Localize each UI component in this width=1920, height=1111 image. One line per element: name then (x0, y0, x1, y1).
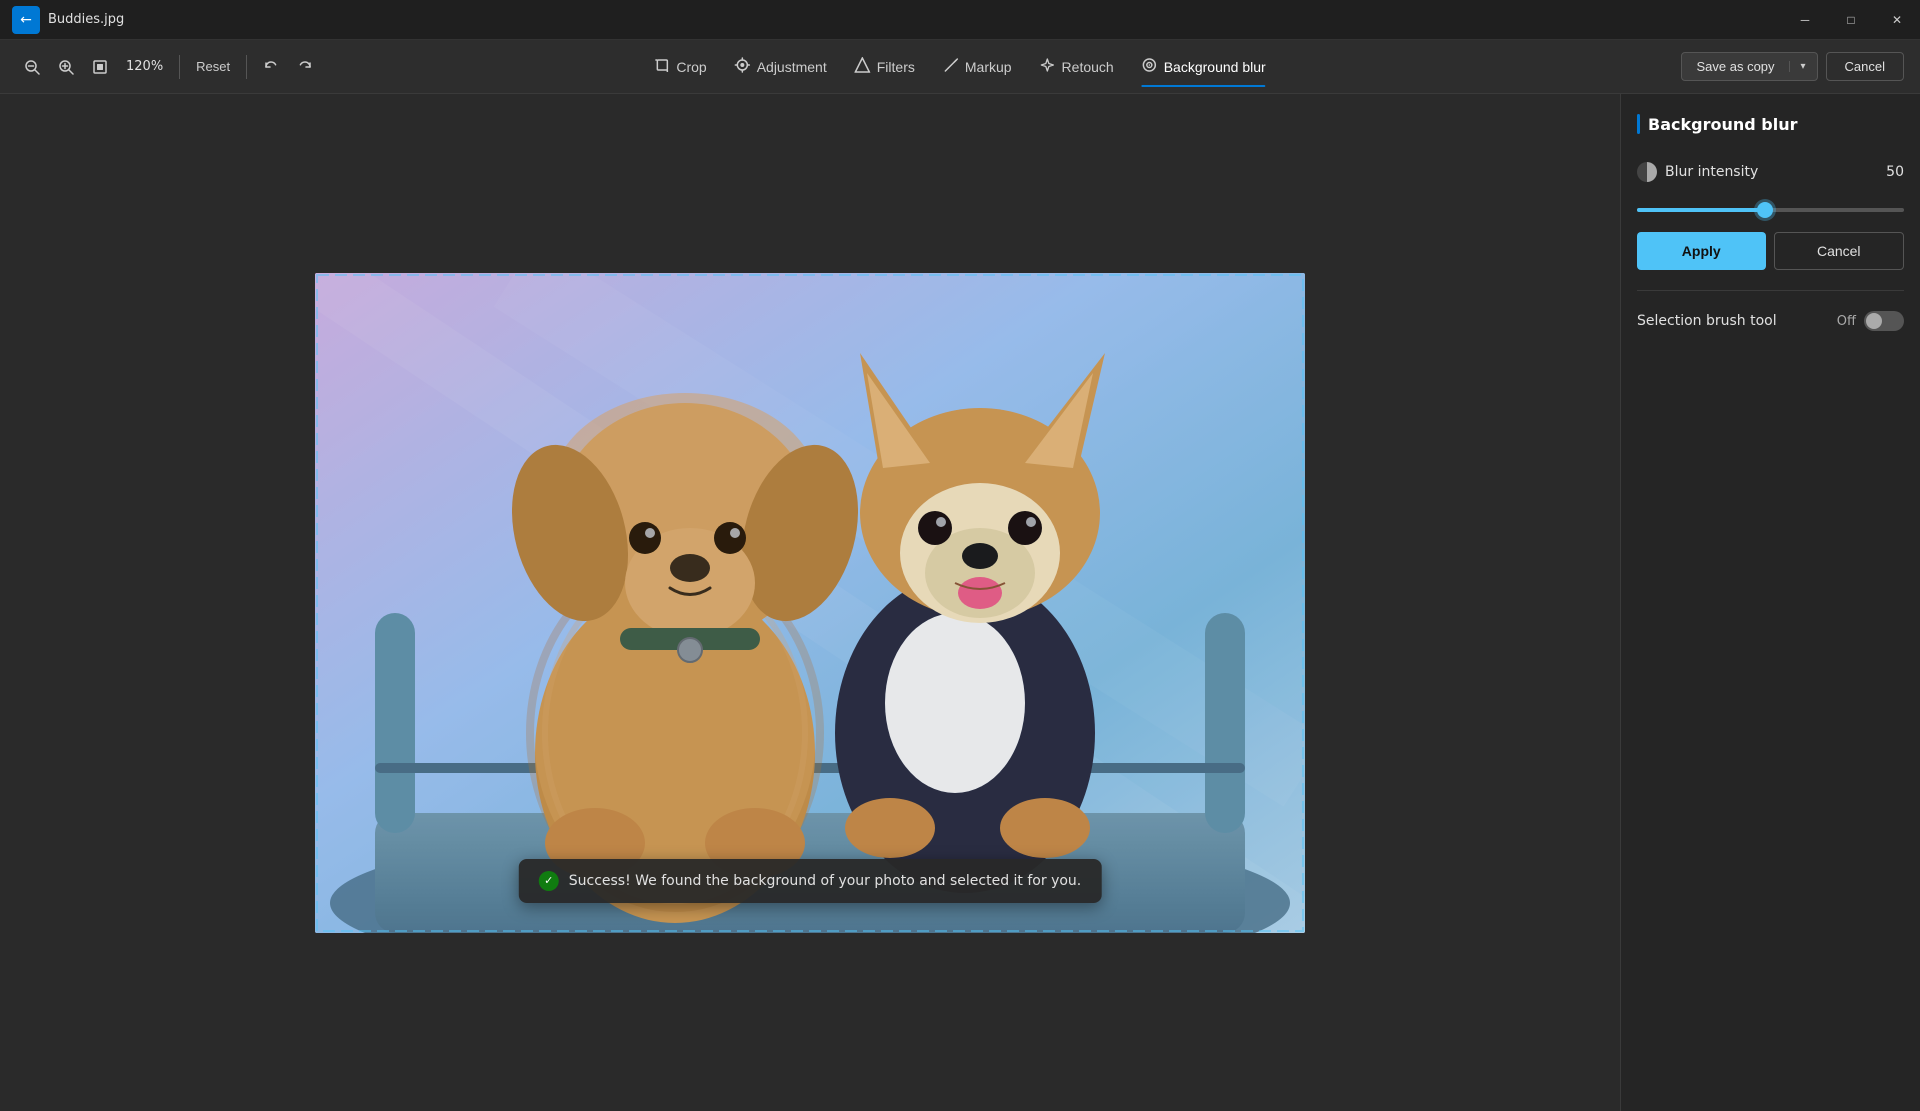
toolbar-right: Save as copy ▾ Cancel (1681, 52, 1904, 81)
toolbar-divider-2 (246, 55, 247, 79)
save-copy-button[interactable]: Save as copy (1682, 53, 1788, 80)
toggle-thumb (1866, 313, 1882, 329)
filters-icon (855, 57, 871, 77)
selection-brush-label: Selection brush tool (1637, 313, 1829, 329)
cancel-panel-button[interactable]: Cancel (1774, 232, 1905, 270)
photo-illustration (315, 273, 1305, 933)
tab-adjustment[interactable]: Adjustment (721, 49, 841, 85)
zoom-level-display: 120% (118, 59, 171, 74)
window-controls: ─ □ ✕ (1782, 0, 1920, 40)
reset-button[interactable]: Reset (188, 55, 238, 78)
tab-background-blur[interactable]: Background blur (1128, 49, 1280, 85)
tab-filters[interactable]: Filters (841, 49, 929, 85)
back-icon: ← (20, 12, 32, 28)
titlebar: ← Buddies.jpg ─ □ ✕ (0, 0, 1920, 40)
blur-intensity-value: 50 (1876, 164, 1904, 180)
selection-brush-toggle[interactable] (1864, 311, 1904, 331)
back-button[interactable]: ← (12, 6, 40, 34)
tab-crop-label: Crop (676, 59, 706, 75)
tab-retouch[interactable]: Retouch (1026, 49, 1128, 85)
image-container: ✓ Success! We found the background of yo… (315, 273, 1305, 933)
blur-intensity-icon (1637, 162, 1657, 182)
canvas-area: ✓ Success! We found the background of yo… (0, 94, 1620, 1111)
filename-label: Buddies.jpg (48, 12, 124, 27)
slider-fill (1637, 208, 1765, 212)
slider-thumb (1757, 202, 1773, 218)
minimize-button[interactable]: ─ (1782, 0, 1828, 40)
markup-icon (943, 57, 959, 77)
checkmark-icon: ✓ (544, 874, 553, 887)
nav-tabs: Crop Adjustment Filters (640, 49, 1279, 85)
tab-retouch-label: Retouch (1062, 59, 1114, 75)
toolbar-divider-1 (179, 55, 180, 79)
tab-markup[interactable]: Markup (929, 49, 1026, 85)
close-button[interactable]: ✕ (1874, 0, 1920, 40)
save-copy-dropdown-button[interactable]: ▾ (1789, 61, 1817, 72)
tab-background-blur-label: Background blur (1164, 59, 1266, 75)
tab-markup-label: Markup (965, 59, 1012, 75)
toolbar-left: 120% Reset (16, 51, 321, 83)
adjustment-icon (735, 57, 751, 77)
apply-button[interactable]: Apply (1637, 232, 1766, 270)
success-toast: ✓ Success! We found the background of yo… (519, 859, 1102, 903)
apply-cancel-row: Apply Cancel (1637, 232, 1904, 270)
slider-track (1637, 208, 1904, 212)
blur-intensity-row: Blur intensity 50 (1637, 162, 1904, 182)
side-panel: Background blur Blur intensity 50 Apply … (1620, 94, 1920, 1111)
main-area: ✓ Success! We found the background of yo… (0, 94, 1920, 1111)
tab-adjustment-label: Adjustment (757, 59, 827, 75)
redo-button[interactable] (289, 51, 321, 83)
blur-intensity-label: Blur intensity (1665, 164, 1868, 180)
title-accent-bar (1637, 114, 1640, 134)
maximize-button[interactable]: □ (1828, 0, 1874, 40)
retouch-icon (1040, 57, 1056, 77)
selection-brush-row: Selection brush tool Off (1637, 311, 1904, 331)
panel-title: Background blur (1637, 114, 1904, 134)
background-blur-icon (1142, 57, 1158, 77)
cancel-header-button[interactable]: Cancel (1826, 52, 1904, 81)
toast-message: Success! We found the background of your… (569, 873, 1082, 889)
panel-header: Background blur (1637, 114, 1904, 138)
fit-to-window-button[interactable] (84, 51, 116, 83)
toolbar: 120% Reset Crop (0, 40, 1920, 94)
tab-filters-label: Filters (877, 59, 915, 75)
blur-slider-container (1637, 208, 1904, 212)
panel-title-text: Background blur (1648, 115, 1797, 134)
tab-crop[interactable]: Crop (640, 49, 720, 85)
zoom-out-button[interactable] (16, 51, 48, 83)
undo-button[interactable] (255, 51, 287, 83)
success-icon: ✓ (539, 871, 559, 891)
toggle-off-label: Off (1837, 314, 1856, 329)
panel-divider (1637, 290, 1904, 291)
crop-icon (654, 57, 670, 77)
photo-canvas (315, 273, 1305, 933)
save-copy-control: Save as copy ▾ (1681, 52, 1817, 81)
zoom-in-button[interactable] (50, 51, 82, 83)
